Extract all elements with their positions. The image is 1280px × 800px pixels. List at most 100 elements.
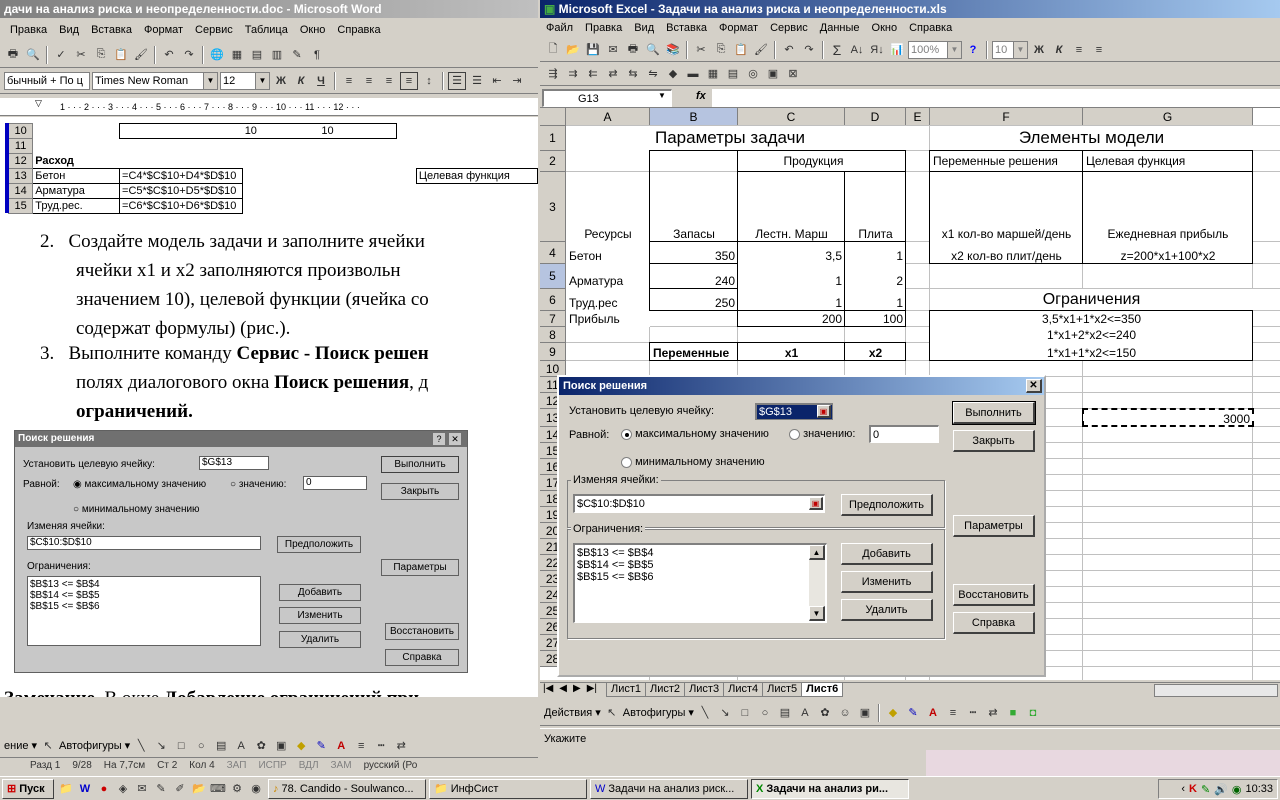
excel-menu-insert[interactable]: Вставка (660, 22, 713, 34)
fx-icon[interactable]: fx (696, 90, 706, 102)
table-cell[interactable]: Лестн. Марш (738, 172, 845, 242)
copy-icon[interactable]: ⎘ (92, 46, 110, 64)
row-header[interactable]: 4 (540, 242, 566, 264)
excel-menu-window[interactable]: Окно (866, 22, 904, 34)
row-header[interactable]: 2 (540, 151, 566, 172)
table-cell[interactable]: 3,5*x1+1*x2<=350 (930, 311, 1253, 327)
next-sheet-icon[interactable]: ▶ (570, 683, 584, 694)
research-icon[interactable]: 📚 (664, 41, 682, 59)
changing-collapse-icon[interactable]: ▣ (809, 497, 823, 510)
autosum-icon[interactable]: Σ (828, 41, 846, 59)
excel-menu-format[interactable]: Формат (713, 22, 764, 34)
table-cell[interactable]: 1 (845, 242, 906, 264)
name-box[interactable]: G13 (542, 89, 672, 107)
toolbar-icon-2[interactable]: ⇉ (564, 65, 582, 83)
table-cell[interactable]: Ресурсы (566, 172, 650, 242)
help-icon[interactable]: ? (964, 41, 982, 59)
column-header[interactable]: G (1083, 108, 1253, 126)
3d-icon[interactable]: ◘ (1024, 704, 1042, 722)
drawing-icon[interactable]: ✎ (288, 46, 306, 64)
table-cell[interactable]: 250 (650, 289, 738, 311)
table-cell[interactable]: 1*x1+2*x2<=240 (930, 327, 1253, 343)
font-color-icon[interactable]: A (332, 737, 350, 755)
column-header[interactable]: E (906, 108, 930, 126)
excel-draw-actions[interactable]: Действия ▾ (544, 706, 601, 719)
select-pointer-icon[interactable]: ↖ (603, 704, 621, 722)
arrow-icon[interactable]: ↘ (152, 737, 170, 755)
sheet-tab-4[interactable]: Лист4 (723, 683, 764, 697)
word-icon[interactable]: W (76, 780, 94, 798)
word-ruler[interactable]: ▽ 1 · · · 2 · · · 3 · · · 4 · · · 5 · · … (0, 98, 540, 116)
table-cell[interactable]: Целевая функция (1083, 151, 1253, 172)
taskbar-item-folder[interactable]: 📁 ИнфСист (429, 778, 587, 799)
numbering-icon[interactable]: ☰ (448, 71, 466, 90)
app-icon-8[interactable]: ◉ (247, 780, 265, 798)
table-cell[interactable]: Ограничения (930, 289, 1253, 311)
table-cell[interactable]: 2 (845, 264, 906, 289)
underline-icon[interactable]: Ч (312, 72, 330, 90)
table-cell[interactable]: Переменные (650, 343, 738, 361)
delete-button[interactable]: Удалить (841, 599, 933, 621)
table-cell[interactable]: Запасы (650, 172, 738, 242)
sheet-tab-1[interactable]: Лист1 (606, 683, 647, 697)
cut-icon[interactable]: ✂ (72, 46, 90, 64)
constraints-scrollbar[interactable]: ▲ ▼ (809, 545, 825, 621)
justify-icon[interactable]: ≡ (400, 71, 418, 90)
min-radio[interactable]: минимальному значению (621, 456, 765, 468)
taskbar-item-player[interactable]: ♪ 78. Candido - Soulwanco... (268, 778, 426, 799)
row-header[interactable]: 9 (540, 343, 566, 361)
table-cell[interactable]: 1 (738, 264, 845, 289)
outdent-icon[interactable]: ⇤ (488, 72, 506, 90)
params-button[interactable]: Параметры (953, 515, 1035, 537)
excel-menu-data[interactable]: Данные (814, 22, 866, 34)
last-sheet-icon[interactable]: ▶| (584, 683, 600, 694)
table-cell[interactable]: Прибыль (566, 311, 650, 327)
sheet-tab-6[interactable]: Лист6 (801, 683, 844, 697)
paste-icon[interactable]: 📋 (732, 41, 750, 59)
undo-icon[interactable]: ↶ (780, 41, 798, 59)
toolbar-icon-4[interactable]: ⇄ (604, 65, 622, 83)
align-center-icon[interactable]: ≡ (1090, 41, 1108, 59)
wordart-icon[interactable]: A (232, 737, 250, 755)
bold-icon[interactable]: Ж (272, 72, 290, 90)
dash-style-icon[interactable]: ┅ (372, 737, 390, 755)
column-header[interactable]: B (650, 108, 738, 126)
arrow-icon[interactable]: ↘ (716, 704, 734, 722)
excel-menu-view[interactable]: Вид (628, 22, 660, 34)
scroll-down-icon[interactable]: ▼ (809, 606, 825, 621)
table-icon[interactable]: ▦ (228, 46, 246, 64)
value-input[interactable]: 0 (869, 425, 939, 443)
table-cell[interactable]: Арматура (566, 264, 650, 289)
opera-icon[interactable]: ● (95, 780, 113, 798)
changing-cells-input[interactable]: $C$10:$D$10 (573, 494, 825, 513)
line-color-icon[interactable]: ✎ (904, 704, 922, 722)
style-combo[interactable]: бычный + По ц (4, 71, 90, 90)
textbox-icon[interactable]: ▤ (776, 704, 794, 722)
picture-icon[interactable]: ▣ (856, 704, 874, 722)
bold-icon[interactable]: Ж (1030, 41, 1048, 59)
columns-icon[interactable]: ▥ (268, 46, 286, 64)
toolbar-icon-9[interactable]: ▦ (704, 65, 722, 83)
chart-wizard-icon[interactable]: 📊 (888, 41, 906, 59)
list-item[interactable]: $B$15 <= $B$6 (577, 571, 653, 583)
toolbar-icon-7[interactable]: ◆ (664, 65, 682, 83)
italic-icon[interactable]: К (1050, 41, 1068, 59)
line-style-icon[interactable]: ≡ (352, 737, 370, 755)
app-icon-6[interactable]: ⌨ (209, 780, 227, 798)
open-icon[interactable]: 📂 (564, 41, 582, 59)
font-size-combo[interactable]: 10 ▼ (992, 40, 1028, 59)
paste-icon[interactable]: 📋 (112, 46, 130, 64)
row-header[interactable]: 1 (540, 126, 566, 151)
rectangle-icon[interactable]: □ (172, 737, 190, 755)
app-icon-5[interactable]: 📂 (190, 780, 208, 798)
word-menu-view[interactable]: Вид (53, 24, 85, 36)
toolbar-icon-13[interactable]: ⊠ (784, 65, 802, 83)
textbox-icon[interactable]: ▤ (212, 737, 230, 755)
excel-menu-help[interactable]: Справка (903, 22, 958, 34)
excel-menu-edit[interactable]: Правка (579, 22, 628, 34)
list-item[interactable]: $B$14 <= $B$5 (577, 559, 653, 571)
toolbar-icon-12[interactable]: ▣ (764, 65, 782, 83)
toolbar-icon-5[interactable]: ⇆ (624, 65, 642, 83)
table-cell[interactable]: Труд.рес (566, 289, 650, 311)
excel-title-bar[interactable]: ▣ Microsoft Excel - Задачи на анализ рис… (540, 0, 1280, 18)
